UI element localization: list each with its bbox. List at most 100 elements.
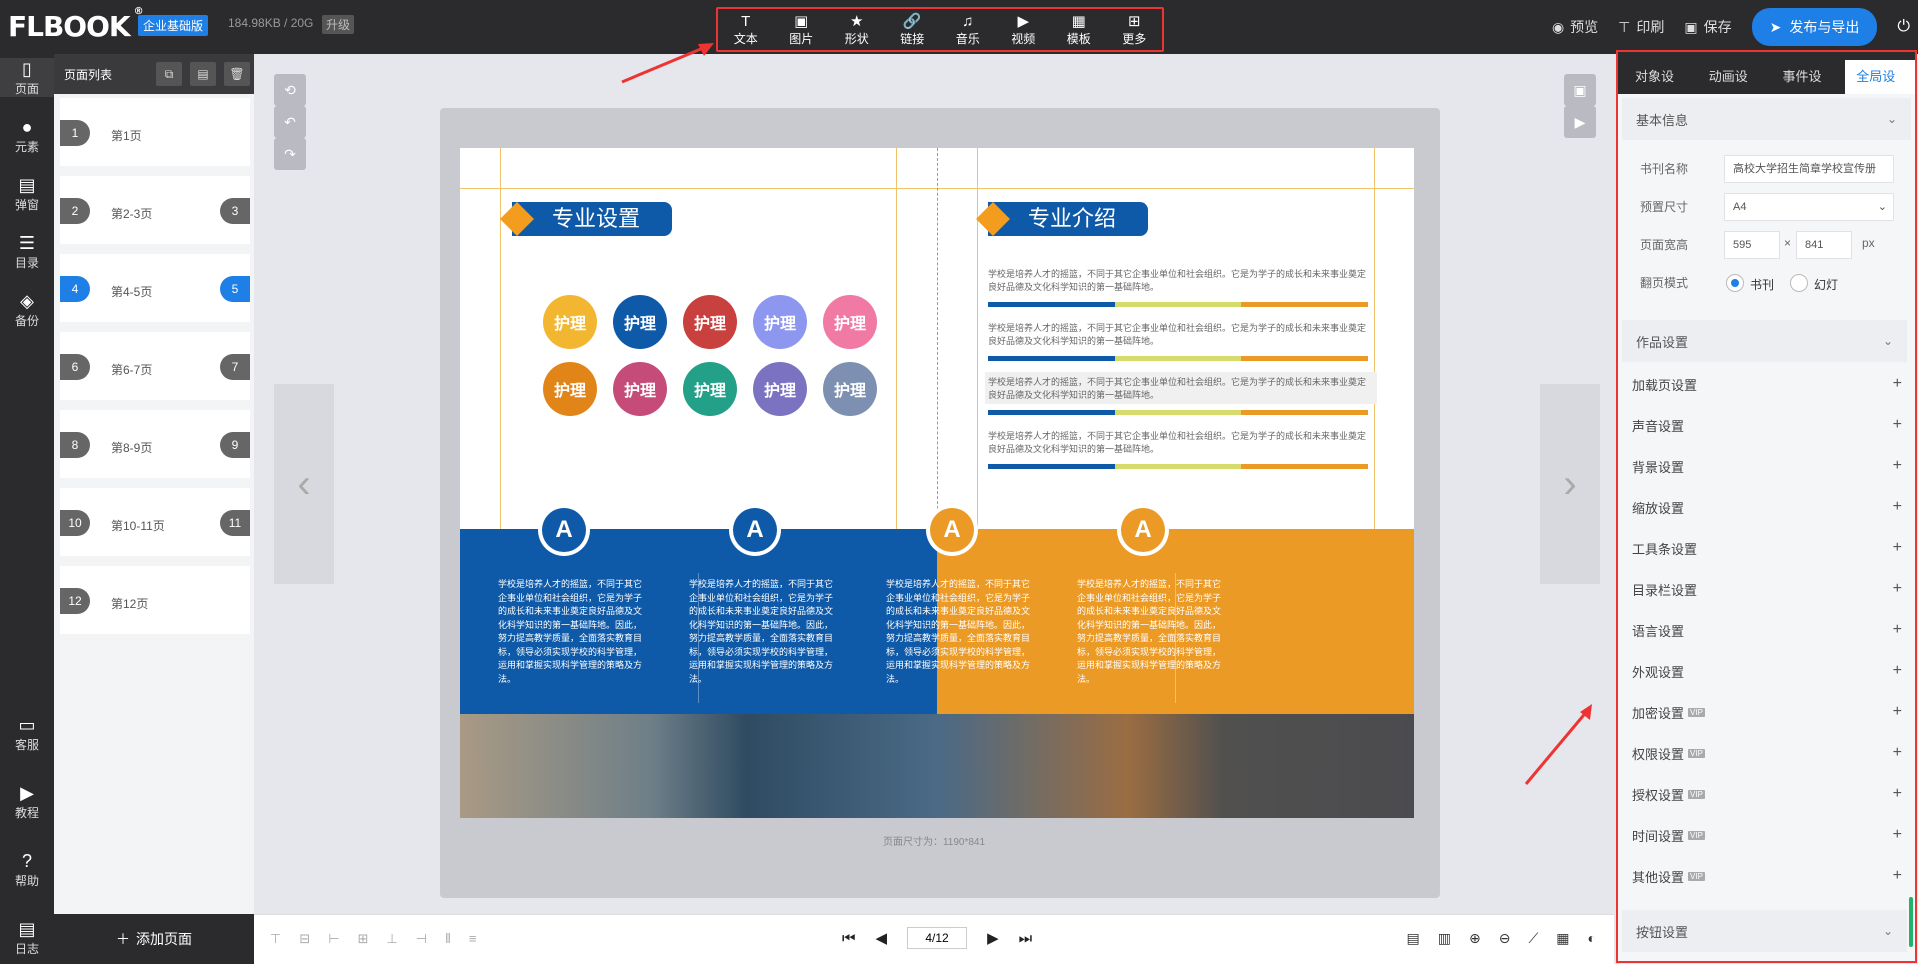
- undo-icon[interactable]: ↶: [274, 106, 306, 138]
- nursing-circle[interactable]: 护理: [753, 362, 807, 416]
- nav-bottom-item-1[interactable]: ▶ 教程: [0, 782, 54, 821]
- theme-icon[interactable]: ◐: [1588, 930, 1596, 947]
- align-top-icon[interactable]: ⊤: [270, 931, 281, 947]
- add-page-button[interactable]: ＋ 添加页面: [54, 914, 254, 964]
- letter-badge[interactable]: A: [926, 504, 978, 556]
- last-page-icon[interactable]: ⏭: [1019, 930, 1033, 947]
- nav-item-2[interactable]: ▤ 弹窗: [0, 174, 54, 213]
- letter-badge[interactable]: A: [1117, 504, 1169, 556]
- nav-item-1[interactable]: ● 元素: [0, 116, 54, 155]
- tool-1[interactable]: ▣ 图片: [776, 13, 826, 47]
- setting-row[interactable]: 权限设置 VIP +: [1632, 733, 1902, 773]
- letter-badge[interactable]: A: [729, 504, 781, 556]
- works-settings-section[interactable]: 作品设置 ⌄: [1622, 320, 1907, 362]
- section-title-right[interactable]: 专业介绍: [988, 202, 1148, 236]
- height-input[interactable]: 841: [1796, 231, 1852, 259]
- button-settings-section[interactable]: 按钮设置 ⌄: [1622, 910, 1907, 952]
- scrollbar[interactable]: [1909, 897, 1913, 947]
- setting-row[interactable]: 目录栏设置 +: [1632, 569, 1902, 609]
- section-title-left[interactable]: 专业设置: [512, 202, 672, 236]
- setting-row[interactable]: 其他设置 VIP +: [1632, 856, 1902, 896]
- setting-row[interactable]: 外观设置 +: [1632, 651, 1902, 691]
- nav-bottom-item-0[interactable]: ▭ 客服: [0, 714, 54, 753]
- tool-7[interactable]: ⊞ 更多: [1109, 13, 1159, 47]
- setting-row[interactable]: 时间设置 VIP +: [1632, 815, 1902, 855]
- intro-paragraph[interactable]: 学校是培养人才的摇篮，不同于其它企事业单位和社会组织。它是为学子的成长和未来事业…: [988, 322, 1368, 348]
- first-page-icon[interactable]: ⏮: [842, 930, 856, 947]
- zoom-out-icon[interactable]: ⊖: [1499, 930, 1511, 947]
- print-button[interactable]: ⊤ 印刷: [1618, 17, 1664, 37]
- setting-row[interactable]: 背景设置 +: [1632, 446, 1902, 486]
- intro-paragraph[interactable]: 学校是培养人才的摇篮，不同于其它企事业单位和社会组织。它是为学子的成长和未来事业…: [988, 430, 1368, 456]
- align-vcenter-icon[interactable]: ⊣: [416, 931, 427, 947]
- tool-0[interactable]: T 文本: [721, 13, 771, 47]
- copy-page-icon[interactable]: ⧉: [156, 62, 182, 86]
- save-button[interactable]: ▣ 保存: [1684, 17, 1731, 37]
- tool-6[interactable]: ▦ 模板: [1054, 13, 1104, 47]
- setting-row[interactable]: 缩放设置 +: [1632, 487, 1902, 527]
- nursing-circle[interactable]: 护理: [543, 362, 597, 416]
- setting-row[interactable]: 授权设置 VIP +: [1632, 774, 1902, 814]
- nav-item-4[interactable]: ◈ 备份: [0, 290, 54, 329]
- logo[interactable]: FLBOOK ®: [8, 6, 144, 43]
- flip-slide-radio[interactable]: [1790, 274, 1808, 292]
- tool-4[interactable]: ♫ 音乐: [943, 13, 993, 47]
- preset-size-select[interactable]: A4 ⌄: [1724, 193, 1894, 221]
- grid-icon[interactable]: ▦: [1556, 930, 1569, 947]
- align-center-icon[interactable]: ⊞: [358, 931, 369, 947]
- upgrade-button[interactable]: 升级: [322, 15, 355, 34]
- align-bottom-icon[interactable]: ⊥: [386, 931, 397, 947]
- nursing-circle[interactable]: 护理: [543, 295, 597, 349]
- setting-row[interactable]: 语言设置 +: [1632, 610, 1902, 650]
- band-paragraph[interactable]: 学校是培养人才的摇篮，不同于其它企事业单位和社会组织，它是为学子的成长和未来事业…: [689, 578, 839, 686]
- settings-tab-2[interactable]: 事件设置: [1772, 60, 1842, 118]
- intro-paragraph[interactable]: 学校是培养人才的摇篮，不同于其它企事业单位和社会组织。它是为学子的成长和未来事业…: [988, 376, 1368, 402]
- page-thumb[interactable]: 10 第10-11页 11: [60, 488, 250, 556]
- setting-row[interactable]: 加载页设置 +: [1632, 364, 1902, 404]
- nursing-circle[interactable]: 护理: [613, 295, 667, 349]
- align-middle-icon[interactable]: ⊟: [299, 931, 310, 947]
- settings-tab-0[interactable]: 对象设置: [1624, 60, 1694, 118]
- power-icon[interactable]: ⏻: [1897, 18, 1910, 36]
- band-paragraph[interactable]: 学校是培养人才的摇篮，不同于其它企事业单位和社会组织，它是为学子的成长和未来事业…: [1077, 578, 1227, 686]
- distribute-v-icon[interactable]: ≡: [469, 931, 477, 947]
- settings-tab-3[interactable]: 全局设置: [1845, 60, 1915, 118]
- settings-tab-1[interactable]: 动画设置: [1698, 60, 1768, 118]
- setting-row[interactable]: 声音设置 +: [1632, 405, 1902, 445]
- page-thumb[interactable]: 1 第1页: [60, 98, 250, 166]
- duplicate-page-icon[interactable]: ▤: [190, 62, 216, 86]
- page-view-icon[interactable]: ▤: [1407, 930, 1420, 947]
- fit-icon[interactable]: ⟋: [1528, 930, 1538, 947]
- page-thumb[interactable]: 6 第6-7页 7: [60, 332, 250, 400]
- width-input[interactable]: 595: [1724, 231, 1780, 259]
- page-thumb[interactable]: 4 第4-5页 5: [60, 254, 250, 322]
- redo-icon[interactable]: ↷: [274, 138, 306, 170]
- page-thumb[interactable]: 2 第2-3页 3: [60, 176, 250, 244]
- tool-3[interactable]: 🔗 链接: [887, 13, 937, 47]
- tool-5[interactable]: ▶ 视频: [998, 13, 1048, 47]
- nursing-circle[interactable]: 护理: [823, 362, 877, 416]
- nursing-circle[interactable]: 护理: [823, 295, 877, 349]
- publish-export-button[interactable]: ➤ 发布与导出: [1751, 8, 1878, 46]
- page-number-input[interactable]: [907, 927, 968, 949]
- setting-row[interactable]: 工具条设置 +: [1632, 528, 1902, 568]
- next-page-arrow[interactable]: ›: [1540, 384, 1600, 584]
- basic-info-section[interactable]: 基本信息 ⌄: [1622, 98, 1911, 140]
- book-name-input[interactable]: 高校大学招生简章学校宣传册: [1724, 155, 1894, 183]
- nav-item-0[interactable]: ▯ 页面: [0, 58, 54, 97]
- play-icon[interactable]: ▶: [1564, 106, 1596, 138]
- tool-2[interactable]: ★ 形状: [832, 13, 882, 47]
- delete-page-icon[interactable]: 🗑: [224, 62, 250, 86]
- letter-badge[interactable]: A: [538, 504, 590, 556]
- spread-view-icon[interactable]: ▥: [1438, 930, 1451, 947]
- intro-paragraph[interactable]: 学校是培养人才的摇篮，不同于其它企事业单位和社会组织。它是为学子的成长和未来事业…: [988, 268, 1368, 294]
- distribute-h-icon[interactable]: ⦀: [445, 931, 451, 947]
- align-left-icon[interactable]: ⊢: [328, 931, 339, 947]
- page-thumb[interactable]: 8 第8-9页 9: [60, 410, 250, 478]
- page-settings-icon[interactable]: ▣: [1564, 74, 1596, 106]
- flip-book-radio[interactable]: [1726, 274, 1744, 292]
- nursing-circle[interactable]: 护理: [613, 362, 667, 416]
- nursing-circle[interactable]: 护理: [683, 362, 737, 416]
- history-icon[interactable]: ⟲: [274, 74, 306, 106]
- prev-page-arrow[interactable]: ‹: [274, 384, 334, 584]
